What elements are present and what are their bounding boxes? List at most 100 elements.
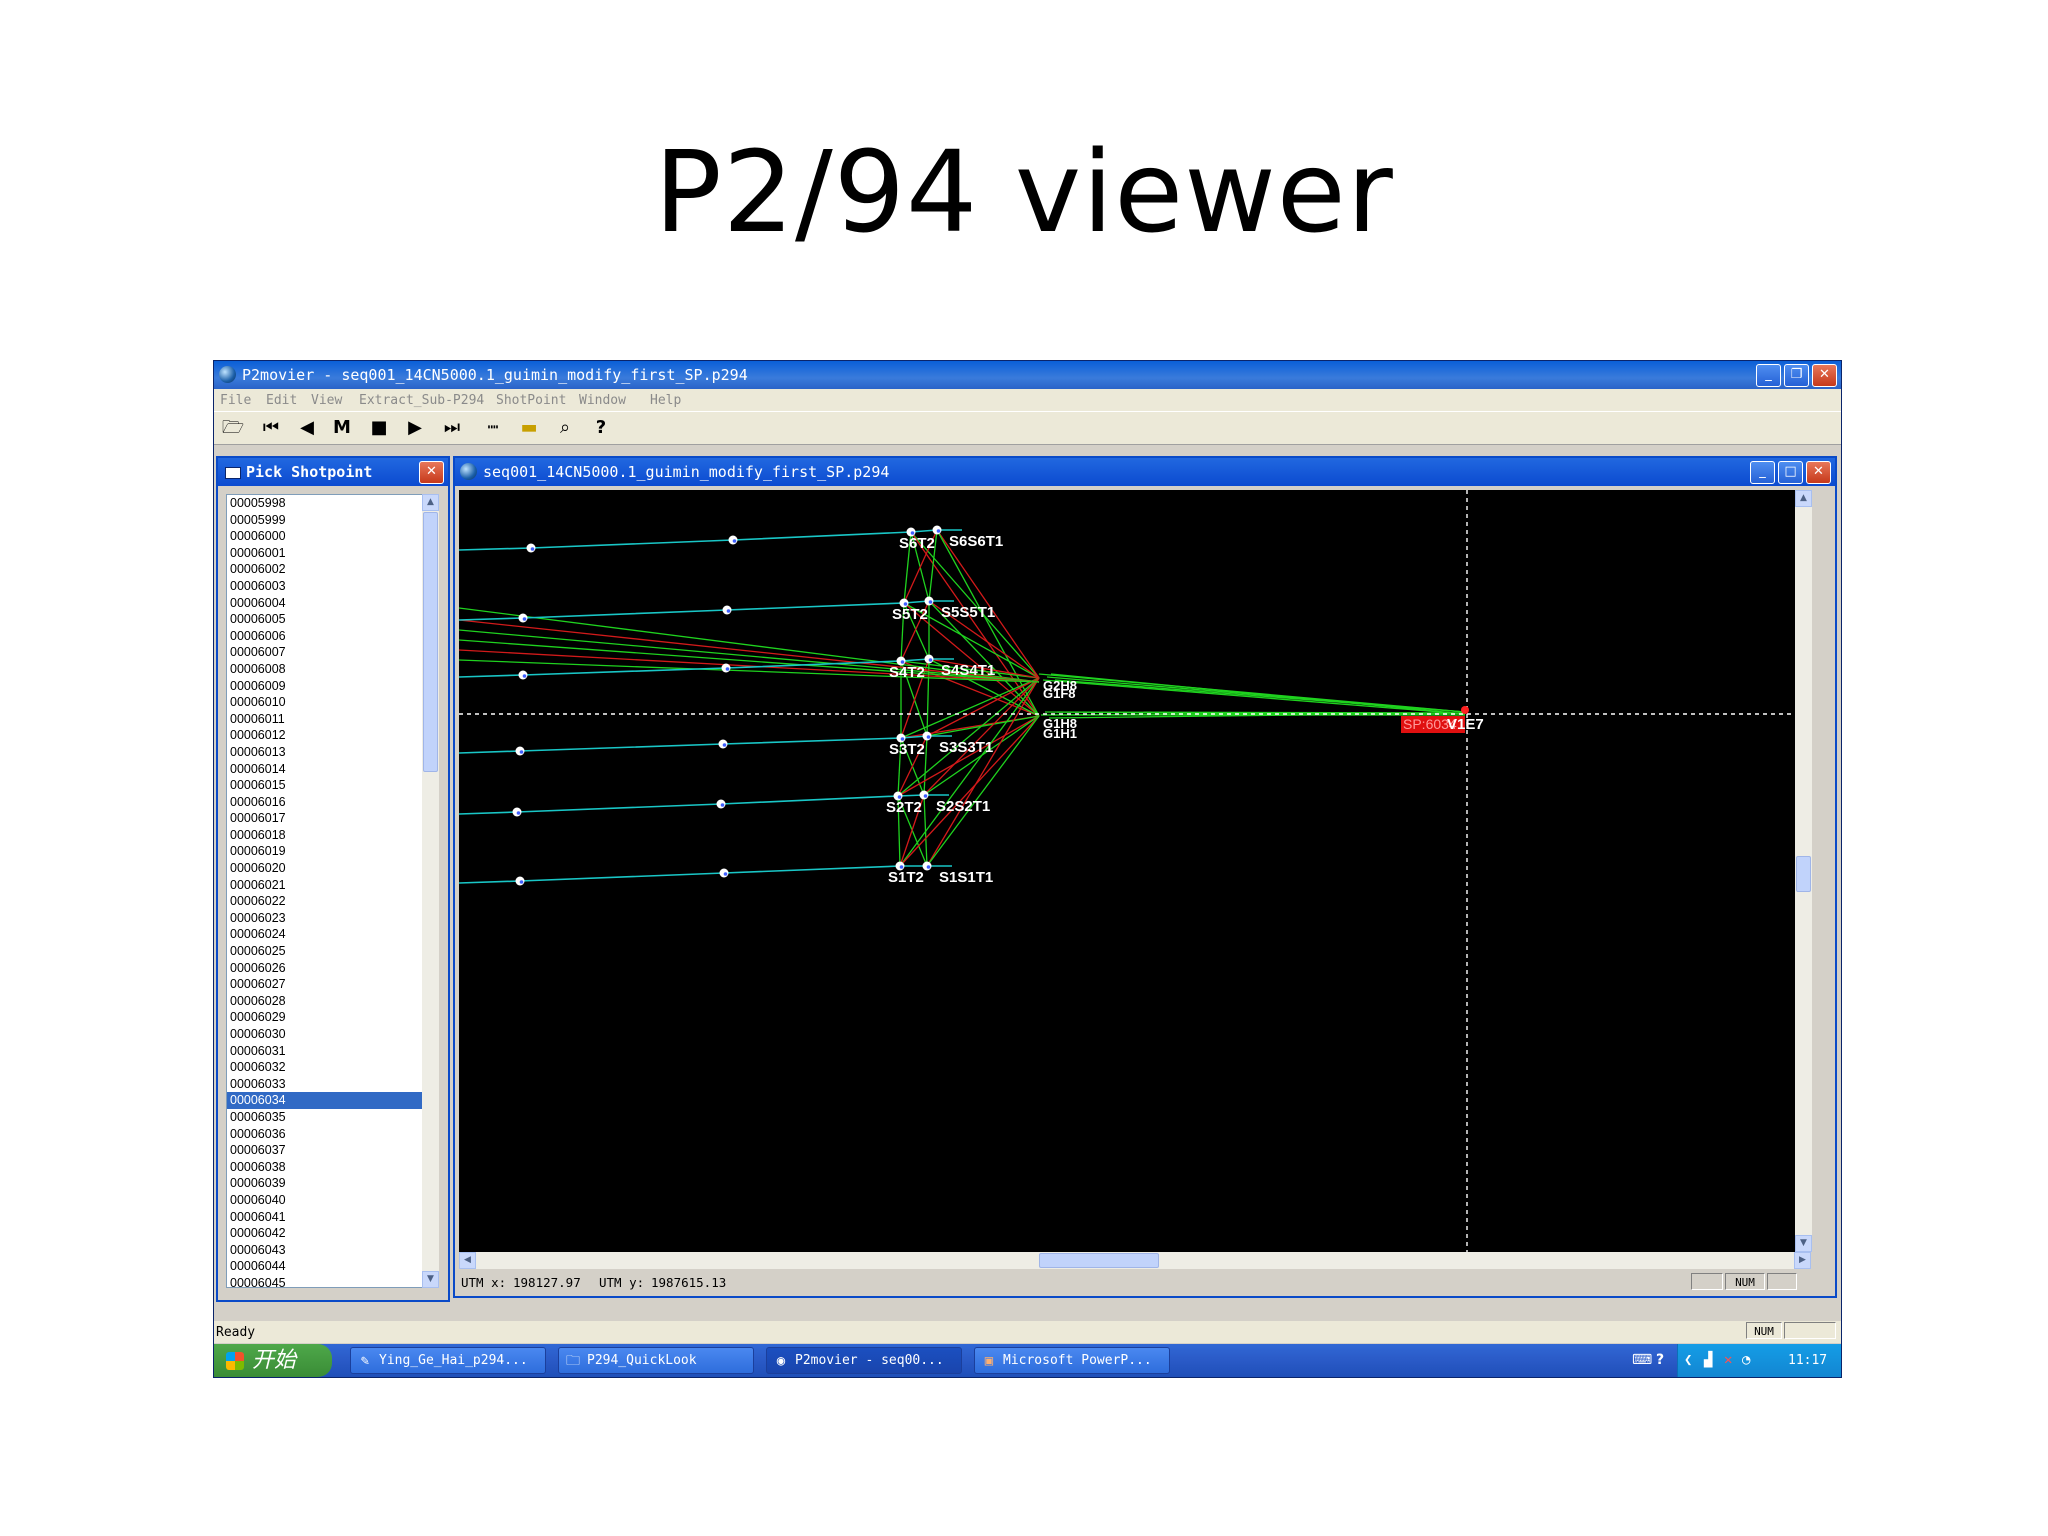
viewer-scroll-down-icon[interactable]: ▼ bbox=[1795, 1235, 1812, 1252]
shotpoint-list-item[interactable]: 00006025 bbox=[227, 943, 423, 960]
shotpoint-list-item[interactable]: 00006043 bbox=[227, 1242, 423, 1259]
shotpoint-list-item[interactable]: 00006019 bbox=[227, 843, 423, 860]
start-button[interactable]: 开始 bbox=[214, 1344, 332, 1377]
menu-help[interactable]: Help bbox=[650, 393, 681, 408]
shotpoint-list-item[interactable]: 00006042 bbox=[227, 1225, 423, 1242]
shotpoint-list-item[interactable]: 00006034 bbox=[227, 1092, 423, 1109]
keyboard-icon[interactable]: ⌨ bbox=[1632, 1352, 1652, 1368]
shotpoint-list-item[interactable]: 00006024 bbox=[227, 926, 423, 943]
shotpoint-list-item[interactable]: 00006020 bbox=[227, 860, 423, 877]
shotpoint-list-item[interactable]: 00006017 bbox=[227, 810, 423, 827]
shotpoint-list-item[interactable]: 00006002 bbox=[227, 561, 423, 578]
open-folder-icon[interactable]: 🗁 bbox=[220, 416, 246, 440]
shotpoint-list-item[interactable]: 00006029 bbox=[227, 1009, 423, 1026]
shotpoint-list-item[interactable]: 00006040 bbox=[227, 1192, 423, 1209]
scroll-up-icon[interactable]: ▲ bbox=[422, 494, 439, 511]
shotpoint-list-item[interactable]: 00006031 bbox=[227, 1043, 423, 1060]
pick-panel-close-button[interactable]: ✕ bbox=[419, 461, 444, 484]
shotpoint-list-item[interactable]: 00006022 bbox=[227, 893, 423, 910]
shotpoint-list-item[interactable]: 00006030 bbox=[227, 1026, 423, 1043]
tray-arrow-icon[interactable]: ❮ bbox=[1684, 1352, 1692, 1368]
viewer-scroll-up-icon[interactable]: ▲ bbox=[1795, 490, 1812, 507]
scroll-down-icon[interactable]: ▼ bbox=[422, 1271, 439, 1288]
shotpoint-list-item[interactable]: 00006018 bbox=[227, 827, 423, 844]
shotpoint-list-item[interactable]: 00005998 bbox=[227, 495, 423, 512]
menu-shotpoint[interactable]: ShotPoint bbox=[496, 393, 566, 408]
shotpoint-list-item[interactable]: 00006015 bbox=[227, 777, 423, 794]
viewer-titlebar[interactable]: seq001_14CN5000.1_guimin_modify_first_SP… bbox=[455, 458, 1835, 486]
mark-icon[interactable]: M bbox=[329, 416, 355, 440]
shotpoint-list-item[interactable]: 00006036 bbox=[227, 1126, 423, 1143]
navigation-plot[interactable]: S6T2 S6S6T1 S5T2 S5S5T1 S4T2 S4S4T1 S3T2 S3S3T1… bbox=[459, 490, 1795, 1252]
close-button[interactable]: ✕ bbox=[1812, 364, 1837, 387]
antivirus-icon[interactable]: ✕ bbox=[1724, 1352, 1732, 1368]
previous-icon[interactable]: ◀ bbox=[294, 416, 320, 440]
last-icon[interactable]: ⏭ bbox=[439, 416, 465, 440]
minimize-button[interactable]: _ bbox=[1756, 364, 1781, 387]
menu-file[interactable]: File bbox=[220, 393, 251, 408]
task-p294-quicklook[interactable]: 🗀 P294_QuickLook bbox=[558, 1347, 754, 1374]
shotpoint-list-item[interactable]: 00006013 bbox=[227, 744, 423, 761]
shotpoint-list-item[interactable]: 00006009 bbox=[227, 678, 423, 695]
shotpoint-list-item[interactable]: 00006045 bbox=[227, 1275, 423, 1287]
shotpoint-list-item[interactable]: 00006038 bbox=[227, 1159, 423, 1176]
shotpoint-list-item[interactable]: 00006027 bbox=[227, 976, 423, 993]
task-ying-ge-hai[interactable]: ✎ Ying_Ge_Hai_p294... bbox=[350, 1347, 546, 1374]
shotpoint-list-item[interactable]: 00006003 bbox=[227, 578, 423, 595]
viewer-scroll-left-icon[interactable]: ◀ bbox=[459, 1252, 476, 1269]
title-bar[interactable]: P2movier - seq001_14CN5000.1_guimin_modi… bbox=[214, 361, 1841, 389]
stop-icon[interactable]: ■ bbox=[366, 416, 392, 440]
task-p2movier[interactable]: ◉ P2movier - seq00... bbox=[766, 1347, 962, 1374]
shotpoint-list-item[interactable]: 00006033 bbox=[227, 1076, 423, 1093]
shotpoint-list[interactable]: 00005998 00005999 00006000 00006001 00006002… bbox=[226, 494, 424, 1288]
menu-view[interactable]: View bbox=[311, 393, 342, 408]
shotpoint-list-item[interactable]: 00006004 bbox=[227, 595, 423, 612]
restore-button[interactable]: ❐ bbox=[1784, 364, 1809, 387]
shotpoint-list-item[interactable]: 00006035 bbox=[227, 1109, 423, 1126]
viewer-close-button[interactable]: ✕ bbox=[1806, 461, 1831, 484]
shotpoint-list-item[interactable]: 00006041 bbox=[227, 1209, 423, 1226]
viewer-vscroll-thumb[interactable] bbox=[1796, 856, 1811, 892]
viewer-scroll-right-icon[interactable]: ▶ bbox=[1794, 1252, 1811, 1269]
shotpoint-list-item[interactable]: 00006010 bbox=[227, 694, 423, 711]
viewer-minimize-button[interactable]: _ bbox=[1750, 461, 1775, 484]
task-powerpoint[interactable]: ▣ Microsoft PowerP... bbox=[974, 1347, 1170, 1374]
shotpoint-list-item[interactable]: 00006005 bbox=[227, 611, 423, 628]
shotpoint-list-item[interactable]: 00006007 bbox=[227, 644, 423, 661]
help-icon[interactable]: ? bbox=[588, 416, 614, 440]
list-scrollbar[interactable]: ▲ ▼ bbox=[422, 494, 439, 1288]
shotpoint-list-item[interactable]: 00006044 bbox=[227, 1258, 423, 1275]
shotpoint-list-item[interactable]: 00006006 bbox=[227, 628, 423, 645]
viewer-vscrollbar[interactable]: ▲ ▼ bbox=[1795, 490, 1812, 1252]
shotpoint-list-item[interactable]: 00005999 bbox=[227, 512, 423, 529]
shotpoint-list-item[interactable]: 00006039 bbox=[227, 1175, 423, 1192]
viewer-maximize-button[interactable]: □ bbox=[1778, 461, 1803, 484]
help-tray-icon[interactable]: ? bbox=[1656, 1352, 1664, 1368]
shotpoint-list-item[interactable]: 00006037 bbox=[227, 1142, 423, 1159]
shotpoint-list-item[interactable]: 00006021 bbox=[227, 877, 423, 894]
shotpoint-list-item[interactable]: 00006032 bbox=[227, 1059, 423, 1076]
shotpoint-list-item[interactable]: 00006008 bbox=[227, 661, 423, 678]
shotpoint-list-item[interactable]: 00006011 bbox=[227, 711, 423, 728]
shotpoint-list-item[interactable]: 00006023 bbox=[227, 910, 423, 927]
menu-edit[interactable]: Edit bbox=[266, 393, 297, 408]
shotpoint-list-item[interactable]: 00006001 bbox=[227, 545, 423, 562]
shotpoint-list-item[interactable]: 00006000 bbox=[227, 528, 423, 545]
shotpoint-list-item[interactable]: 00006014 bbox=[227, 761, 423, 778]
shotpoint-list-item[interactable]: 00006028 bbox=[227, 993, 423, 1010]
first-icon[interactable]: ⏮ bbox=[258, 416, 284, 440]
menu-extract-sub-p294[interactable]: Extract_Sub-P294 bbox=[359, 393, 484, 408]
shotpoint-list-item[interactable]: 00006016 bbox=[227, 794, 423, 811]
menu-window[interactable]: Window bbox=[579, 393, 626, 408]
pick-shotpoint-titlebar[interactable]: Pick Shotpoint ✕ bbox=[218, 458, 448, 486]
play-icon[interactable]: ▶ bbox=[402, 416, 428, 440]
volume-icon[interactable]: ◔ bbox=[1742, 1352, 1750, 1368]
shotpoint-list-item[interactable]: 00006026 bbox=[227, 960, 423, 977]
viewer-hscrollbar[interactable]: ◀ ▶ bbox=[459, 1252, 1811, 1269]
zoom-icon[interactable]: ⌕ bbox=[552, 416, 578, 440]
network-icon[interactable]: ▟ bbox=[1704, 1352, 1712, 1368]
ruler-highlight-icon[interactable]: ▬ bbox=[516, 416, 542, 440]
list-scroll-thumb[interactable] bbox=[423, 512, 438, 772]
shotpoint-list-item[interactable]: 00006012 bbox=[227, 727, 423, 744]
viewer-hscroll-thumb[interactable] bbox=[1039, 1253, 1159, 1268]
